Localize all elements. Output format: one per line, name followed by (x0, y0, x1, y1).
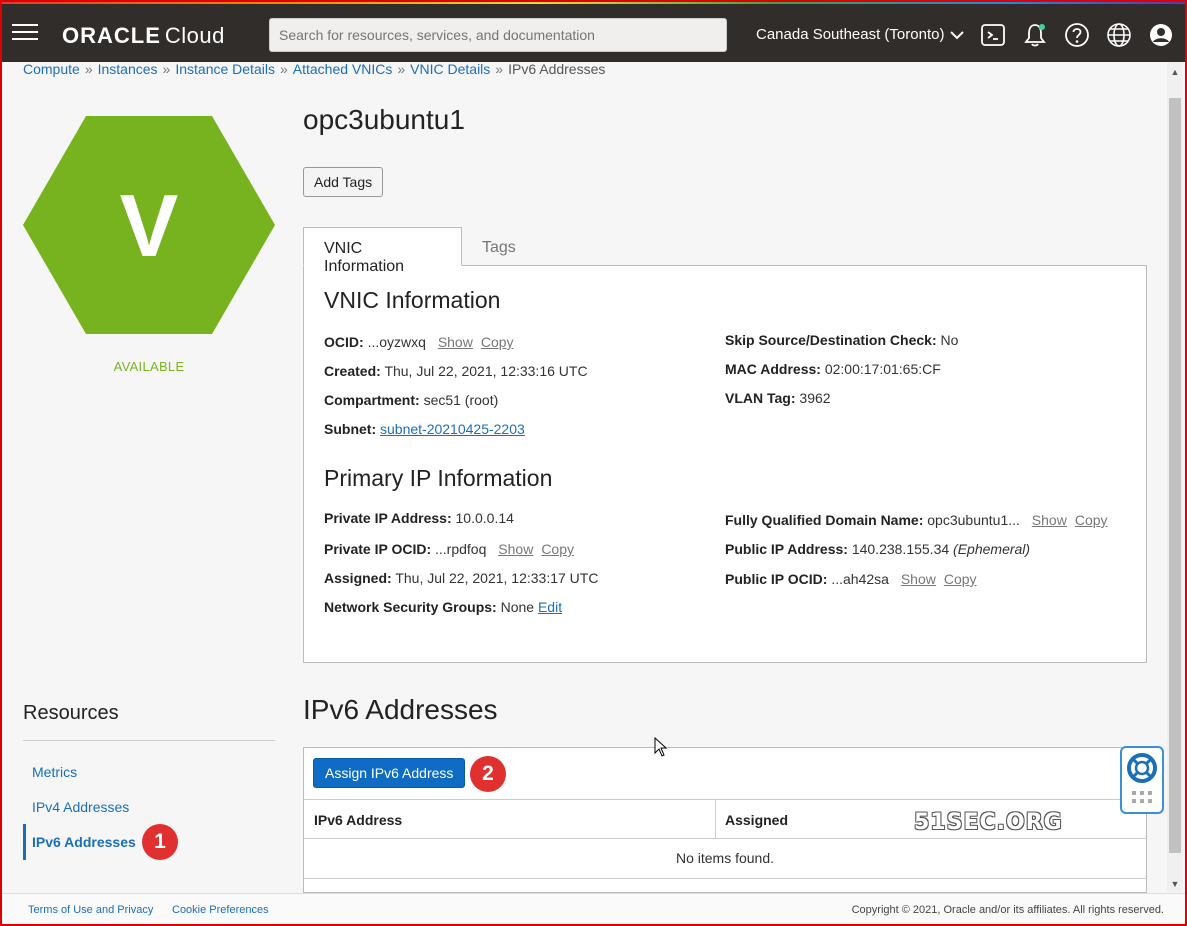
help-widget[interactable] (1120, 746, 1164, 814)
ocid-show-link[interactable]: Show (438, 334, 473, 350)
top-color-strip (0, 0, 1187, 4)
private-ip-ocid-field: Private IP OCID: ...rpdfoq Show Copy (324, 541, 574, 557)
region-selector[interactable]: Canada Southeast (Toronto) (756, 26, 965, 43)
skip-source-dest-field: Skip Source/Destination Check: No (725, 332, 959, 348)
breadcrumb-instance-details[interactable]: Instance Details (175, 61, 275, 77)
footer: Terms of Use and Privacy Cookie Preferen… (0, 893, 1187, 924)
public-ip-ocid-field: Public IP OCID: ...ah42sa Show Copy (725, 571, 977, 587)
empty-table-message: No items found. (675, 850, 775, 866)
nsg-field: Network Security Groups: None Edit (324, 599, 563, 615)
sidebar-item-metrics[interactable]: Metrics (32, 764, 77, 780)
ipv6-addresses-heading: IPv6 Addresses (303, 694, 498, 725)
table-bottom-divider (304, 878, 1146, 879)
public-ocid-show-link[interactable]: Show (901, 571, 936, 587)
breadcrumb-compute[interactable]: Compute (23, 61, 80, 77)
fqdn-field: Fully Qualified Domain Name: opc3ubuntu1… (725, 512, 1108, 528)
breadcrumb-vnic-details[interactable]: VNIC Details (410, 61, 490, 77)
vnic-information-heading: VNIC Information (324, 287, 501, 313)
annotation-badge-2: 2 (470, 756, 506, 792)
created-field: Created: Thu, Jul 22, 2021, 12:33:16 UTC (324, 363, 588, 379)
fqdn-copy-link[interactable]: Copy (1075, 512, 1108, 528)
mouse-cursor-icon (654, 737, 668, 757)
subnet-link[interactable]: subnet-20210425-2203 (380, 421, 525, 437)
tab-tags[interactable]: Tags (462, 227, 536, 266)
sidebar-active-indicator (23, 824, 26, 860)
notifications-bell-icon[interactable] (1022, 22, 1048, 48)
scrollbar-thumb[interactable] (1169, 98, 1181, 853)
cloud-shell-icon[interactable] (980, 22, 1006, 48)
assigned-field: Assigned: Thu, Jul 22, 2021, 12:33:17 UT… (324, 570, 599, 586)
add-tags-button[interactable]: Add Tags (303, 167, 384, 197)
public-ocid-copy-link[interactable]: Copy (944, 571, 977, 587)
chevron-down-icon (950, 30, 965, 39)
oracle-cloud-logo[interactable]: ORACLE Cloud (62, 23, 225, 49)
scroll-down-arrow-icon[interactable]: ▼ (1169, 878, 1181, 890)
region-label: Canada Southeast (Toronto) (756, 26, 945, 43)
private-ocid-copy-link[interactable]: Copy (541, 541, 574, 557)
help-icon[interactable] (1064, 22, 1090, 48)
cookie-preferences-link[interactable]: Cookie Preferences (172, 904, 269, 916)
compartment-field: Compartment: sec51 (root) (324, 392, 499, 408)
sidebar-item-ipv6-addresses[interactable]: IPv6 Addresses (32, 834, 136, 850)
nsg-edit-link[interactable]: Edit (538, 599, 562, 615)
page-title: opc3ubuntu1 (303, 104, 465, 135)
user-profile-icon[interactable] (1148, 22, 1174, 48)
breadcrumb-attached-vnics[interactable]: Attached VNICs (293, 61, 393, 77)
assign-ipv6-address-button[interactable]: Assign IPv6 Address (313, 758, 466, 788)
breadcrumb-instances[interactable]: Instances (98, 61, 158, 77)
language-globe-icon[interactable] (1106, 22, 1132, 48)
search-input[interactable] (269, 18, 727, 52)
breadcrumb: Compute» Instances» Instance Details» Attac… (23, 61, 606, 77)
watermark: 51SEC.ORG (914, 810, 1063, 835)
annotation-badge-1: 1 (142, 824, 178, 860)
vnic-hexagon-letter: V (120, 176, 179, 275)
vlan-tag-field: VLAN Tag: 3962 (725, 390, 831, 406)
mac-address-field: MAC Address: 02:00:17:01:65:CF (725, 361, 941, 377)
lifebuoy-icon (1127, 753, 1157, 803)
sidebar-item-ipv4-addresses[interactable]: IPv4 Addresses (32, 799, 129, 815)
status-badge: AVAILABLE (113, 359, 185, 374)
scroll-up-arrow-icon[interactable]: ▲ (1169, 66, 1181, 78)
top-navigation-bar: ORACLECloud Canada Southeast (Toronto) (0, 4, 1187, 62)
primary-ip-heading: Primary IP Information (324, 465, 553, 491)
private-ip-field: Private IP Address: 10.0.0.14 (324, 510, 514, 526)
copyright-text: Copyright © 2021, Oracle and/or its affi… (851, 904, 1164, 916)
vnic-hexagon-icon: V (23, 116, 275, 334)
terms-link[interactable]: Terms of Use and Privacy (28, 904, 153, 916)
ocid-field: OCID: ...oyzwxq Show Copy (324, 334, 514, 350)
subnet-field: Subnet: subnet-20210425-2203 (324, 421, 525, 437)
fqdn-show-link[interactable]: Show (1032, 512, 1067, 528)
public-ip-field: Public IP Address: 140.238.155.34 (Ephem… (725, 541, 1031, 557)
resources-divider (23, 740, 275, 741)
tab-vnic-information[interactable]: VNIC Information (303, 227, 462, 275)
resources-heading: Resources (23, 702, 119, 724)
ocid-copy-link[interactable]: Copy (481, 334, 514, 350)
column-header-ipv6-address[interactable]: IPv6 Address (304, 799, 716, 839)
breadcrumb-current: IPv6 Addresses (508, 61, 606, 77)
hamburger-menu-icon[interactable] (12, 24, 38, 42)
private-ocid-show-link[interactable]: Show (498, 541, 533, 557)
